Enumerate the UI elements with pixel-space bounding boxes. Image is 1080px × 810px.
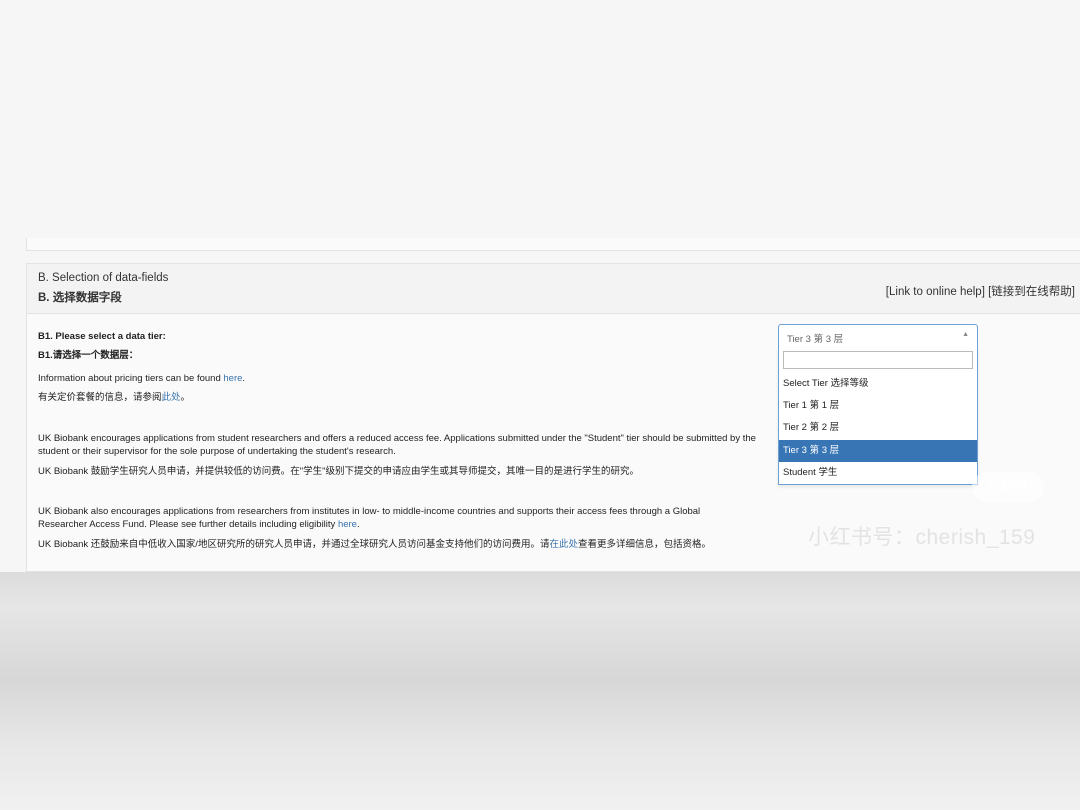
section-title-en: B. Selection of data-fields — [38, 272, 169, 284]
lmic-here-link-en[interactable]: here — [338, 519, 357, 530]
lmic-here-link-zh[interactable]: 在此处 — [549, 539, 578, 550]
watermark-badge: 小红书 — [972, 472, 1044, 502]
online-help-link-en[interactable]: [Link to online help] — [886, 286, 985, 298]
pricing-zh-suffix: 。 — [180, 392, 191, 403]
tier-search-input[interactable] — [783, 351, 973, 369]
help-links: [Link to online help] [链接到在线帮助] — [886, 283, 1075, 299]
lmic-info-en: UK Biobank also encourages applications … — [38, 505, 728, 531]
lmic-info-zh: UK Biobank 还鼓励来自中低收入国家/地区研究所的研究人员申请，并通过全… — [38, 538, 711, 551]
tier-select-value: Tier 3 第 3 层 — [787, 334, 844, 345]
lmic-zh-suffix: 查看更多详细信息，包括资格。 — [577, 539, 711, 550]
previous-panel-edge — [26, 238, 1080, 251]
pricing-en-suffix: . — [242, 373, 246, 384]
blank-area — [0, 0, 1080, 238]
online-help-link-zh[interactable]: [链接到在线帮助] — [988, 286, 1075, 298]
lmic-en-text: UK Biobank also encourages applications … — [38, 506, 701, 530]
student-info-zh: UK Biobank 鼓励学生研究人员申请，并提供较低的访问费。在"学生"级别下… — [38, 466, 640, 477]
pricing-info-zh: 有关定价套餐的信息，请参阅此处。 — [38, 391, 190, 404]
student-info-en: UK Biobank encourages applications from … — [38, 433, 756, 457]
lmic-zh-text: UK Biobank 还鼓励来自中低收入国家/地区研究所的研究人员申请，并通过全… — [38, 539, 550, 550]
question-label-en: B1. Please select a data tier: — [38, 331, 166, 342]
tier-dropdown: Select Tier 选择等级 Tier 1 第 1 层 Tier 2 第 2… — [778, 347, 978, 485]
pricing-here-link-en[interactable]: here — [223, 373, 242, 384]
tier-select[interactable]: Tier 3 第 3 层 ▲ — [778, 324, 978, 348]
pricing-here-link-zh[interactable]: 此处 — [162, 392, 181, 403]
pricing-info-en: Information about pricing tiers can be f… — [38, 372, 245, 385]
pricing-en-prefix: Information about pricing tiers can be f… — [38, 373, 224, 384]
tier-option-student[interactable]: Student 学生 — [779, 462, 977, 484]
watermark-text: 小红书号：cherish_159 — [808, 526, 1036, 549]
pricing-zh-prefix: 有关定价套餐的信息，请参阅 — [38, 392, 162, 403]
blurred-background — [0, 572, 1080, 810]
section-title-zh: B. 选择数据字段 — [38, 292, 122, 304]
tier-option-2[interactable]: Tier 2 第 2 层 — [779, 417, 977, 439]
question-label-zh: B1.请选择一个数据层： — [38, 350, 139, 361]
lmic-en-suffix: . — [356, 519, 360, 530]
tier-option-select[interactable]: Select Tier 选择等级 — [779, 373, 977, 395]
chevron-up-icon: ▲ — [962, 331, 969, 338]
tier-option-3[interactable]: Tier 3 第 3 层 — [779, 440, 977, 462]
section-header: B. Selection of data-fields B. 选择数据字段 [L… — [27, 264, 1080, 314]
tier-option-1[interactable]: Tier 1 第 1 层 — [779, 395, 977, 417]
